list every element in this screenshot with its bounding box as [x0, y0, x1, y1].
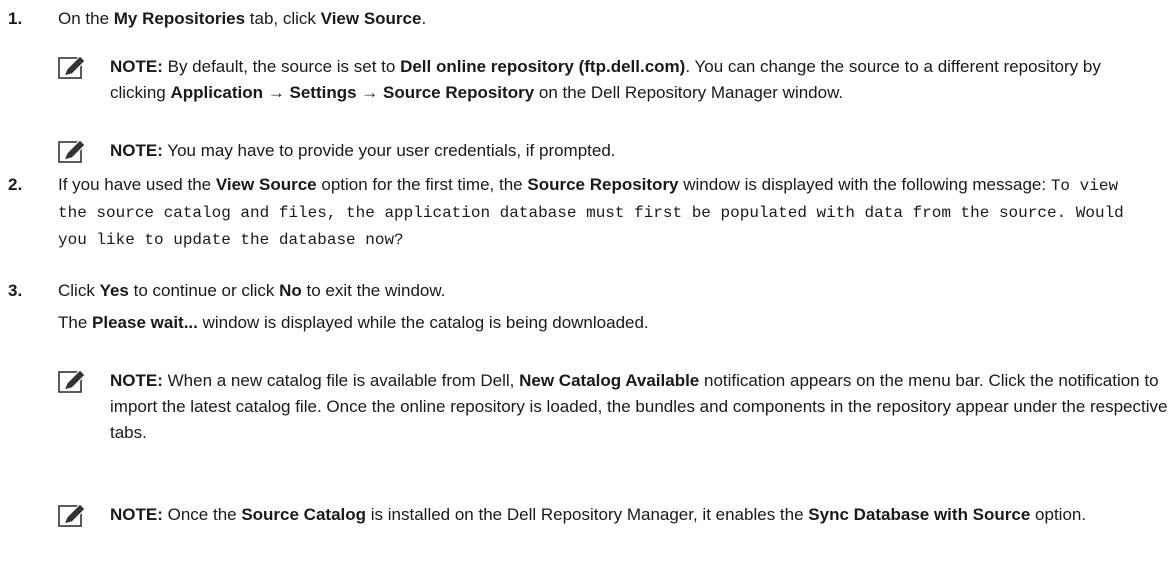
step-text: On the My Repositories tab, click View S… [58, 9, 427, 28]
pencil-note-icon [58, 56, 86, 79]
pencil-note-icon [58, 504, 86, 527]
step-text: If you have used the View Source option … [58, 175, 1124, 249]
note-text: NOTE: You may have to provide your user … [110, 141, 616, 160]
note-text: NOTE: When a new catalog file is availab… [110, 371, 1168, 442]
step-number: 2. [8, 175, 23, 194]
pencil-note-icon [58, 370, 86, 393]
step-number: 1. [8, 9, 23, 28]
pencil-note-icon [58, 140, 86, 163]
step-subtext: The Please wait... window is displayed w… [58, 313, 649, 332]
step-number: 3. [8, 281, 23, 300]
step-text: Click Yes to continue or click No to exi… [58, 281, 446, 300]
note-text: NOTE: Once the Source Catalog is install… [110, 505, 1087, 524]
note-text: NOTE: By default, the source is set to D… [110, 57, 1101, 102]
